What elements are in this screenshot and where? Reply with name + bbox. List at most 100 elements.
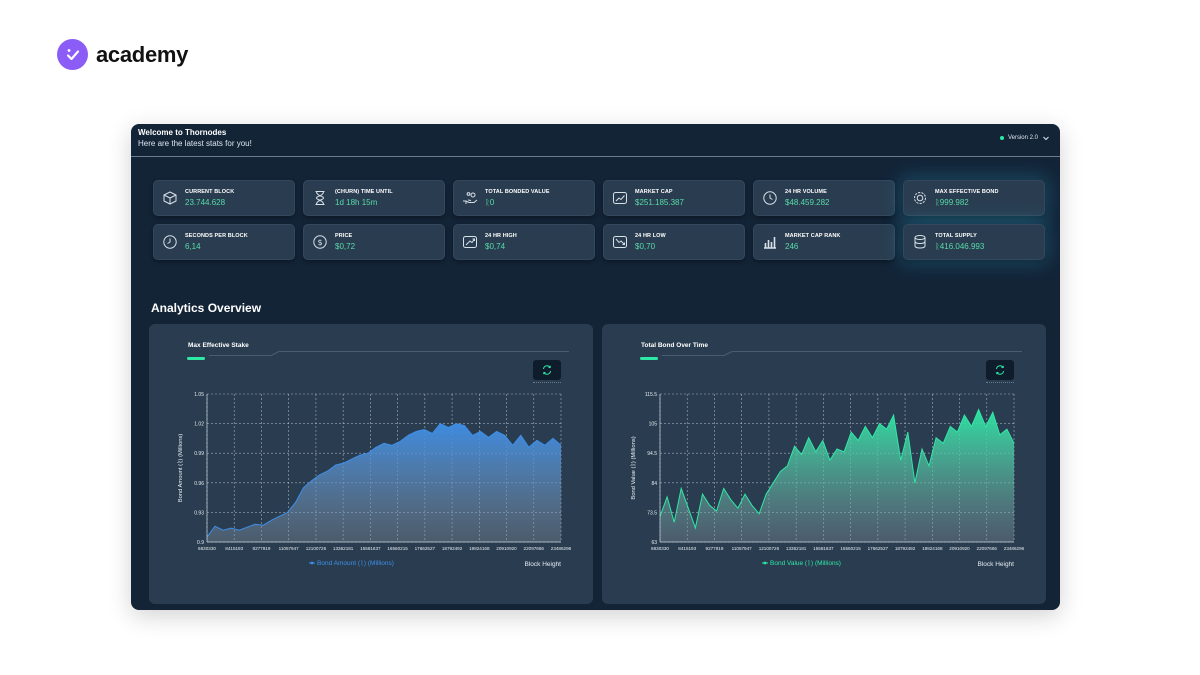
dashboard-window: Welcome to Thornodes Here are the latest…	[131, 124, 1060, 610]
x-tick-label: 20910920	[496, 546, 517, 551]
y-tick-label: 115.5	[645, 392, 657, 398]
dollar-coin-icon: $	[313, 235, 327, 249]
stats-grid: CURRENT BLOCK 23.744.628 (CHURN) TIME UN…	[153, 180, 1045, 260]
x-tick-label: 15581637	[360, 546, 381, 551]
x-tick-label: 8415193	[225, 546, 243, 551]
chevron-down-icon	[1043, 136, 1049, 141]
y-tick-label: 84	[651, 481, 657, 487]
x-tick-label: 22097666	[977, 546, 998, 551]
x-tick-label: 12100726	[306, 546, 327, 551]
x-tick-label: 11057947	[279, 546, 300, 551]
stat-value: $0,70	[635, 242, 656, 251]
timer-icon	[163, 235, 177, 249]
stat-label: CURRENT BLOCK	[185, 189, 235, 195]
stat-value: ᚱ416.046.993	[935, 242, 985, 251]
stat-label: (CHURN) TIME UNTIL	[335, 189, 393, 195]
stat-card-price[interactable]: $ PRICE $0,72	[303, 224, 445, 260]
x-tick-label: 6830330	[198, 546, 216, 551]
brand-name: academy	[96, 41, 189, 67]
x-tick-label: 23486296	[551, 546, 572, 551]
hand-coins-icon	[463, 192, 478, 204]
x-axis-label: Block Height	[525, 561, 562, 568]
stat-value: $48.459.282	[785, 198, 830, 207]
gear-coin-icon	[914, 192, 926, 204]
welcome-subtitle: Here are the latest stats for you!	[138, 139, 252, 148]
total-bond-over-time-chart: 6373.58494.5105115.56830330 8415193 927791…	[630, 392, 1025, 568]
chart-card-total-bond-over-time: Total Bond Over Time 63 73.5 84 94.5 105 115.…	[602, 324, 1046, 604]
welcome-title: Welcome to Thornodes	[138, 128, 227, 137]
x-tick-label: 20910920	[949, 546, 970, 551]
stat-card-market-cap[interactable]: MARKET CAP $251.185.387	[603, 180, 745, 216]
stat-card-max-effective-bond[interactable]: MAX EFFECTIVE BOND ᚱ999.982	[903, 180, 1045, 216]
x-tick-label: 19824168	[469, 546, 490, 551]
stat-label: PRICE	[335, 233, 353, 239]
stat-card-churn-time[interactable]: (CHURN) TIME UNTIL 1d 18h 15m	[303, 180, 445, 216]
x-tick-label: 17662527	[868, 546, 889, 551]
stat-label: TOTAL BONDED VALUE	[485, 189, 550, 195]
stat-label: TOTAL SUPPLY	[935, 233, 977, 239]
x-axis-label: Block Height	[978, 561, 1015, 568]
x-tick-label: 17662527	[415, 546, 436, 551]
legend-label: Bond Value (ᚱ) (Millions)	[770, 559, 841, 567]
stat-card-total-bonded[interactable]: TOTAL BONDED VALUE ᚱ0	[453, 180, 595, 216]
x-tick-label: 9277919	[706, 546, 724, 551]
analytics-title: Analytics Overview	[151, 301, 262, 315]
version-selector[interactable]: Version 2.0	[999, 134, 1050, 142]
x-tick-label: 13362181	[786, 546, 807, 551]
stat-card-24hr-low[interactable]: 24 HR LOW $0,70	[603, 224, 745, 260]
stat-value: $0,72	[335, 242, 356, 251]
y-tick-label: 1.02	[194, 422, 204, 428]
stat-card-market-cap-rank[interactable]: MARKET CAP RANK 246	[753, 224, 895, 260]
status-dot	[999, 136, 1004, 140]
bar-rank-icon	[764, 237, 776, 249]
legend-marker	[763, 561, 767, 565]
stat-value: 246	[785, 242, 799, 251]
stat-card-24hr-volume[interactable]: 24 HR VOLUME $48.459.282	[753, 180, 895, 216]
x-tick-label: 22097666	[524, 546, 545, 551]
x-tick-label: 16560215	[840, 546, 861, 551]
y-tick-label: 0.93	[194, 510, 204, 516]
stat-label: 24 HR VOLUME	[785, 189, 827, 195]
stat-label: MAX EFFECTIVE BOND	[935, 189, 999, 195]
x-tick-label: 23486296	[1004, 546, 1025, 551]
check-badge-icon	[57, 39, 88, 70]
trend-chart-icon	[613, 192, 627, 204]
x-tick-label: 18792492	[442, 546, 463, 551]
legend-label: Bond Amount (ᚱ) (Millions)	[317, 559, 394, 567]
x-tick-label: 15581637	[813, 546, 834, 551]
y-tick-label: 0.99	[194, 451, 204, 457]
y-axis-label: Bond Value (ᚱ) (Millions)	[630, 436, 637, 499]
stat-card-current-block[interactable]: CURRENT BLOCK 23.744.628	[153, 180, 295, 216]
y-tick-label: 1.05	[194, 392, 204, 398]
x-tick-label: 16560215	[387, 546, 408, 551]
svg-text:$: $	[317, 238, 322, 247]
y-tick-label: 105	[649, 422, 658, 428]
y-tick-label: 73.5	[647, 510, 657, 516]
stat-value: 23.744.628	[185, 198, 226, 207]
chart-card-max-effective-stake: Max Effective Stake 0.9 0.93 0.96 0.99 1.02 1…	[149, 324, 593, 604]
stat-card-total-supply[interactable]: TOTAL SUPPLY ᚱ416.046.993	[903, 224, 1045, 260]
x-tick-label: 19824168	[922, 546, 943, 551]
stat-value: $251.185.387	[635, 198, 684, 207]
cube-icon	[163, 191, 177, 205]
stat-value: 1d 18h 15m	[335, 198, 378, 207]
series-area	[660, 409, 1014, 542]
stat-value: ᚱ999.982	[935, 198, 969, 207]
legend-marker	[310, 561, 314, 565]
trend-up-icon	[463, 236, 477, 248]
x-tick-label: 12100726	[759, 546, 780, 551]
x-tick-label: 11057947	[732, 546, 753, 551]
x-tick-label: 6830330	[651, 546, 669, 551]
y-tick-label: 0.96	[194, 481, 204, 487]
x-tick-label: 18792492	[895, 546, 916, 551]
brand[interactable]: academy	[57, 39, 188, 70]
stat-label: SECONDS PER BLOCK	[185, 233, 248, 239]
stat-card-seconds-per-block[interactable]: SECONDS PER BLOCK 6,14	[153, 224, 295, 260]
x-tick-label: 9277919	[253, 546, 271, 551]
clock-icon	[763, 191, 777, 205]
stat-label: 24 HR LOW	[635, 233, 666, 239]
y-tick-label: 94.5	[647, 451, 657, 457]
version-label: Version 2.0	[1007, 135, 1038, 141]
stat-card-24hr-high[interactable]: 24 HR HIGH $0,74	[453, 224, 595, 260]
stat-value: 6,14	[185, 242, 201, 251]
